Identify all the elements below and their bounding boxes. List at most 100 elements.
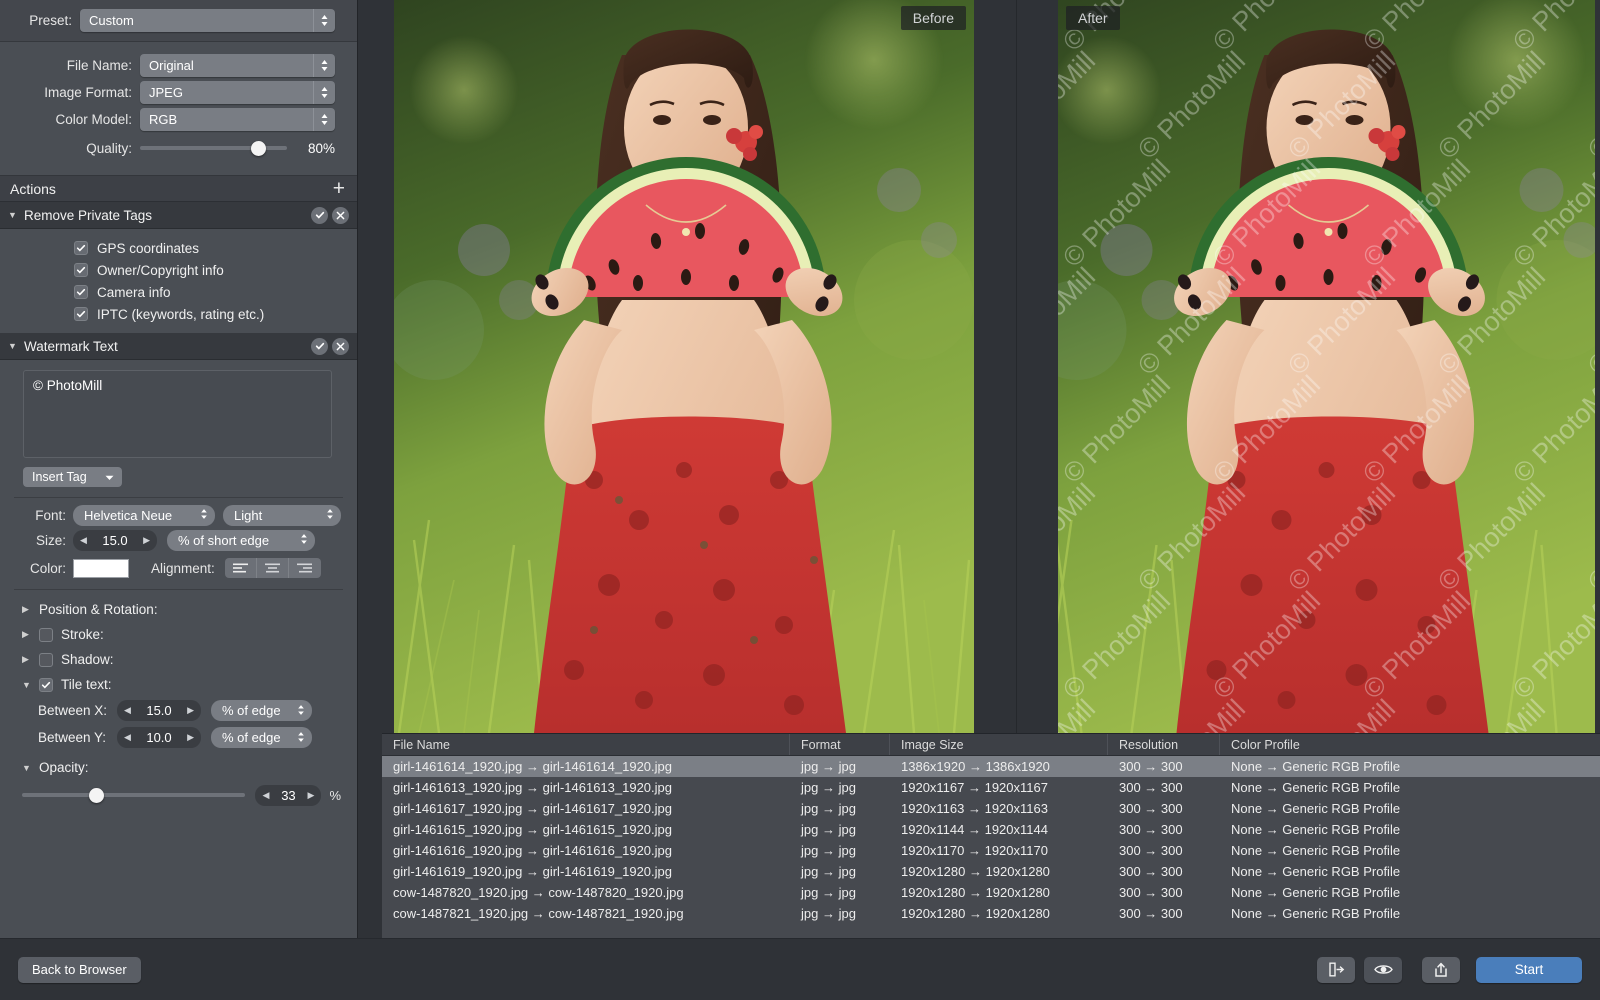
table-row[interactable]: cow-1487820_1920.jpg → cow-1487820_1920.… — [382, 882, 1600, 903]
stepper-decrement-icon[interactable]: ◀ — [262, 790, 269, 801]
align-left-button[interactable] — [225, 558, 257, 578]
table-row[interactable]: girl-1461617_1920.jpg → girl-1461617_192… — [382, 798, 1600, 819]
tile-text-checkbox[interactable] — [39, 678, 53, 692]
action-enable-toggle[interactable] — [311, 207, 328, 224]
settings-sidebar: Preset: Custom File Name: Original — [0, 0, 358, 938]
export-to-folder-icon[interactable] — [1317, 957, 1355, 983]
checkbox-box[interactable] — [74, 307, 88, 321]
font-style-select[interactable]: Light — [223, 505, 341, 526]
size-unit-select[interactable]: % of short edge — [167, 530, 315, 551]
between-x-stepper[interactable]: ◀ 15.0 ▶ — [117, 700, 201, 721]
table-row[interactable]: girl-1461616_1920.jpg → girl-1461616_192… — [382, 840, 1600, 861]
disclosure-triangle-right-icon[interactable]: ▶ — [22, 604, 39, 615]
table-row[interactable]: cow-1487821_1920.jpg → cow-1487821_1920.… — [382, 903, 1600, 924]
opacity-stepper[interactable]: ◀ 33 ▶ — [255, 785, 321, 806]
cell-format: jpg → jpg — [790, 819, 890, 840]
remove-private-tags-options: GPS coordinates Owner/Copyright info Cam… — [0, 229, 357, 333]
stroke-checkbox[interactable] — [39, 628, 53, 642]
column-header-file-name[interactable]: File Name — [382, 734, 790, 755]
stepper-increment-icon[interactable]: ▶ — [308, 790, 315, 801]
position-rotation-row[interactable]: ▶ Position & Rotation: — [0, 597, 357, 622]
cell-image-size: 1920x1167 → 1920x1167 — [890, 777, 1108, 798]
table-row[interactable]: girl-1461613_1920.jpg → girl-1461613_192… — [382, 777, 1600, 798]
cell-file-name: girl-1461613_1920.jpg → girl-1461613_192… — [382, 777, 790, 798]
alignment-label: Alignment: — [151, 561, 215, 576]
action-enable-toggle[interactable] — [311, 338, 328, 355]
preset-label: Preset: — [0, 13, 72, 28]
disclosure-triangle-right-icon[interactable]: ▶ — [22, 629, 39, 640]
before-after-preview: Before — [358, 0, 1600, 733]
share-icon[interactable] — [1422, 957, 1460, 983]
column-header-image-size[interactable]: Image Size — [890, 734, 1108, 755]
quality-slider[interactable] — [140, 138, 287, 158]
cell-color-profile: None → Generic RGB Profile — [1220, 903, 1600, 924]
checkbox-box[interactable] — [74, 241, 88, 255]
start-button[interactable]: Start — [1476, 957, 1582, 983]
font-family-select[interactable]: Helvetica Neue — [73, 505, 215, 526]
disclosure-triangle-right-icon[interactable]: ▶ — [22, 654, 39, 665]
quality-slider-knob[interactable] — [251, 141, 266, 156]
after-image-pane[interactable]: © PhotoMill© PhotoMill© PhotoMill© Photo… — [1058, 0, 1595, 733]
action-watermark-text-header[interactable]: ▼ Watermark Text — [0, 333, 357, 360]
tile-text-row[interactable]: ▼ Tile text: — [0, 672, 357, 697]
checkbox-box[interactable] — [74, 263, 88, 277]
disclosure-triangle-down-icon[interactable]: ▼ — [8, 341, 24, 351]
align-right-button[interactable] — [289, 558, 321, 578]
column-header-color-profile[interactable]: Color Profile — [1220, 734, 1600, 755]
checkbox-gps-coordinates[interactable]: GPS coordinates — [0, 237, 357, 259]
add-action-button[interactable]: + — [333, 178, 345, 199]
color-model-select[interactable]: RGB — [140, 108, 335, 131]
column-header-resolution[interactable]: Resolution — [1108, 734, 1220, 755]
cell-format: jpg → jpg — [790, 756, 890, 777]
between-x-value: 15.0 — [131, 703, 187, 718]
stepper-increment-icon[interactable]: ▶ — [143, 535, 150, 546]
checkbox-iptc[interactable]: IPTC (keywords, rating etc.) — [0, 303, 357, 325]
bottom-toolbar: Back to Browser Start — [0, 938, 1600, 1000]
cell-format: jpg → jpg — [790, 798, 890, 819]
shadow-row[interactable]: ▶ Shadow: — [0, 647, 357, 672]
disclosure-triangle-down-icon[interactable]: ▼ — [8, 210, 24, 220]
file-name-select[interactable]: Original — [140, 54, 335, 77]
opacity-slider[interactable] — [22, 785, 245, 805]
between-y-unit-select[interactable]: % of edge — [211, 727, 312, 748]
action-remove-private-tags-header[interactable]: ▼ Remove Private Tags — [0, 202, 357, 229]
between-x-unit-value: % of edge — [222, 703, 281, 718]
cell-format: jpg → jpg — [790, 777, 890, 798]
image-format-select[interactable]: JPEG — [140, 81, 335, 104]
checkbox-camera-info[interactable]: Camera info — [0, 281, 357, 303]
disclosure-triangle-down-icon[interactable]: ▼ — [22, 680, 39, 690]
table-row[interactable]: girl-1461619_1920.jpg → girl-1461619_192… — [382, 861, 1600, 882]
color-label: Color: — [0, 561, 66, 576]
image-format-value: JPEG — [149, 85, 183, 100]
between-y-stepper[interactable]: ◀ 10.0 ▶ — [117, 727, 201, 748]
opacity-disclosure-row[interactable]: ▼ Opacity: — [0, 755, 357, 780]
table-row[interactable]: girl-1461614_1920.jpg → girl-1461614_192… — [382, 756, 1600, 777]
stepper-decrement-icon[interactable]: ◀ — [124, 732, 131, 743]
between-x-unit-select[interactable]: % of edge — [211, 700, 312, 721]
color-swatch-button[interactable] — [73, 559, 129, 578]
align-center-button[interactable] — [257, 558, 289, 578]
before-label: Before — [901, 6, 966, 30]
file-list-table[interactable]: File Name Format Image Size Resolution C… — [382, 733, 1600, 938]
shadow-checkbox[interactable] — [39, 653, 53, 667]
action-remove-button[interactable] — [332, 207, 349, 224]
stepper-increment-icon[interactable]: ▶ — [187, 705, 194, 716]
eye-preview-icon[interactable] — [1364, 957, 1402, 983]
stepper-decrement-icon[interactable]: ◀ — [80, 535, 87, 546]
size-stepper[interactable]: ◀ 15.0 ▶ — [73, 530, 157, 551]
preset-select[interactable]: Custom — [80, 9, 335, 32]
insert-tag-button[interactable]: Insert Tag — [23, 467, 122, 487]
opacity-slider-knob[interactable] — [89, 788, 104, 803]
action-remove-button[interactable] — [332, 338, 349, 355]
table-row[interactable]: girl-1461615_1920.jpg → girl-1461615_192… — [382, 819, 1600, 840]
checkbox-owner-copyright-info[interactable]: Owner/Copyright info — [0, 259, 357, 281]
stroke-row[interactable]: ▶ Stroke: — [0, 622, 357, 647]
before-image-pane[interactable]: Before — [394, 0, 974, 733]
back-to-browser-button[interactable]: Back to Browser — [18, 957, 141, 983]
disclosure-triangle-down-icon[interactable]: ▼ — [22, 763, 39, 773]
checkbox-box[interactable] — [74, 285, 88, 299]
stepper-increment-icon[interactable]: ▶ — [187, 732, 194, 743]
stepper-decrement-icon[interactable]: ◀ — [124, 705, 131, 716]
watermark-text-input[interactable]: © PhotoMill — [23, 370, 332, 458]
column-header-format[interactable]: Format — [790, 734, 890, 755]
